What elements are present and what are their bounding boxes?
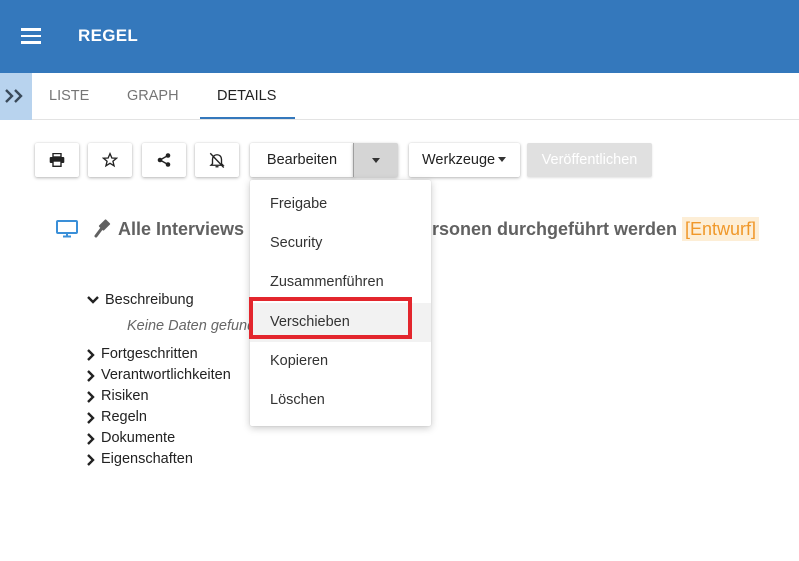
chevron-right-icon (87, 412, 95, 424)
document-title: Alle Interviews (118, 219, 245, 239)
document-title-continued: rsonen durchgeführt werden (432, 219, 678, 239)
menu-item-freigabe[interactable]: Freigabe (250, 185, 431, 224)
section-label: Eigenschaften (101, 451, 193, 467)
section-label: Verantwortlichkeiten (101, 367, 231, 383)
double-chevron-right-icon (5, 89, 23, 103)
chevron-right-icon (87, 433, 95, 445)
share-icon (157, 153, 171, 167)
menu-item-verschieben[interactable]: Verschieben (250, 303, 431, 342)
publish-button[interactable]: Veröffentlichen (527, 143, 652, 177)
status-badge: [Entwurf] (682, 217, 760, 241)
chevron-right-icon (87, 454, 95, 466)
tab-details[interactable]: DETAILS (217, 73, 276, 120)
print-button[interactable] (35, 143, 79, 177)
caret-down-icon (498, 157, 506, 162)
edit-menu-toggle[interactable] (353, 143, 398, 177)
star-icon (102, 152, 118, 168)
edit-dropdown-menu: Freigabe Security Zusammenführen Verschi… (250, 180, 431, 426)
favorite-button[interactable] (88, 143, 132, 177)
chevron-right-icon (87, 370, 95, 382)
monitor-icon (56, 220, 78, 238)
section-label: Dokumente (101, 430, 176, 446)
app-bar: REGEL (0, 0, 799, 73)
section-label: Risiken (101, 388, 149, 404)
hamburger-icon[interactable] (21, 28, 41, 44)
gavel-icon (94, 219, 111, 238)
section-label: Beschreibung (105, 292, 194, 308)
empty-state-text: Keine Daten gefund (127, 318, 256, 334)
expand-sidebar-button[interactable] (0, 73, 32, 120)
edit-button[interactable]: Bearbeiten (250, 143, 354, 177)
chevron-right-icon (87, 391, 95, 403)
menu-item-zusammenfuehren[interactable]: Zusammenführen (250, 263, 431, 302)
share-button[interactable] (142, 143, 186, 177)
tab-graph[interactable]: GRAPH (127, 73, 179, 120)
page-title: REGEL (78, 26, 139, 45)
section-label: Regeln (101, 409, 147, 425)
chevron-down-icon (87, 296, 99, 304)
active-tab-indicator (200, 117, 295, 119)
caret-down-icon (372, 158, 380, 163)
tab-liste[interactable]: LISTE (49, 73, 89, 120)
tools-button-label: Werkzeuge (422, 152, 496, 168)
notifications-off-button[interactable] (195, 143, 239, 177)
menu-item-security[interactable]: Security (250, 224, 431, 263)
menu-item-kopieren[interactable]: Kopieren (250, 342, 431, 381)
chevron-right-icon (87, 349, 95, 361)
tools-button[interactable]: Werkzeuge (409, 143, 520, 177)
bell-off-icon (209, 152, 225, 168)
section-label: Fortgeschritten (101, 346, 198, 362)
tab-bar: LISTE GRAPH DETAILS (0, 73, 799, 120)
print-icon (49, 153, 65, 167)
menu-item-loeschen[interactable]: Löschen (250, 381, 431, 420)
